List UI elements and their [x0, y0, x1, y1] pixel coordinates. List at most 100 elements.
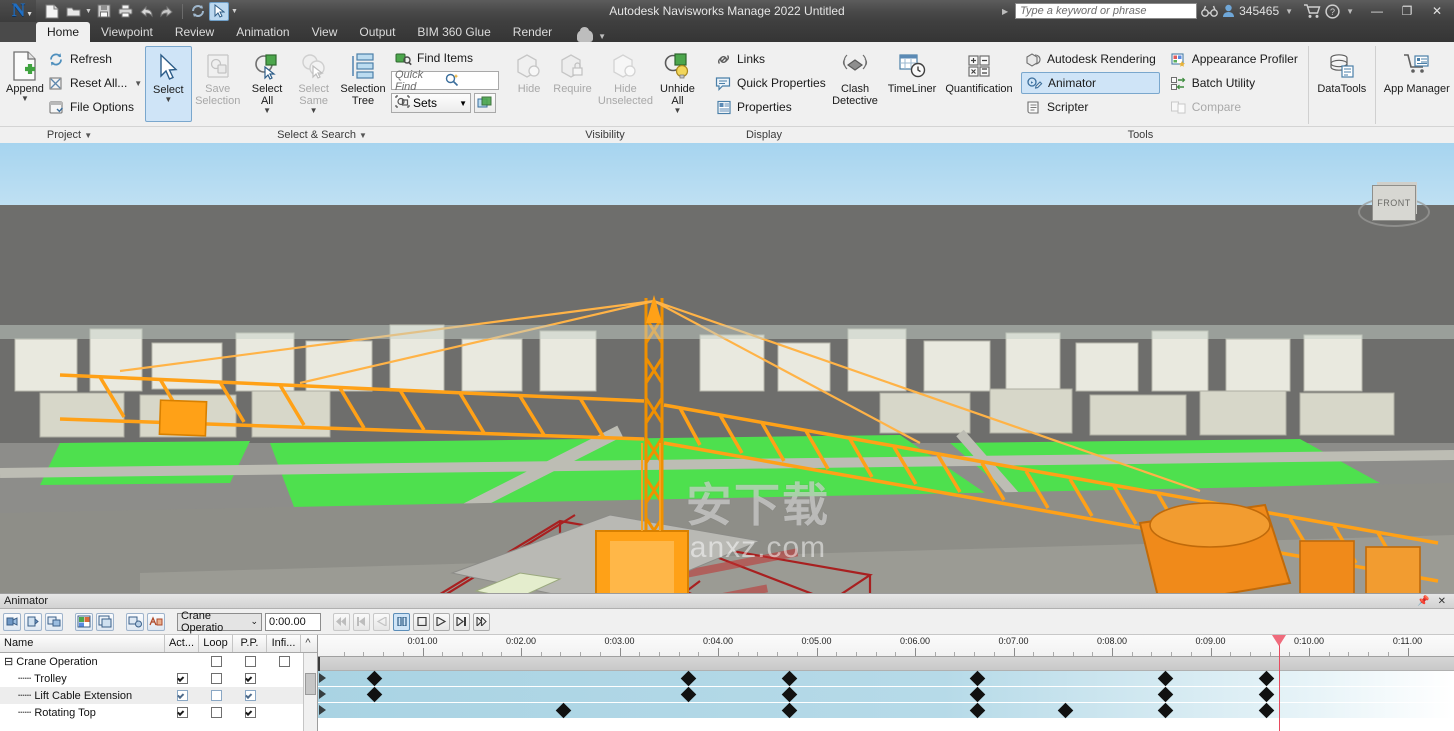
tab-animation[interactable]: Animation — [225, 22, 300, 42]
tab-bim360-glue[interactable]: BIM 360 Glue — [406, 22, 501, 42]
timeline-playhead[interactable] — [1272, 635, 1287, 731]
append-caret-icon[interactable]: ▼ — [21, 95, 29, 103]
update-animation-icon[interactable] — [126, 612, 144, 631]
select-all-button[interactable]: Select All ▼ — [244, 46, 290, 115]
file-options-button[interactable]: File Options — [44, 96, 146, 118]
visibility-panel-label[interactable]: Visibility — [505, 126, 705, 143]
animation-timeline[interactable]: 0:01.00 0:02.00 0:03.00 0:04.00 0:05.00 0:06.… — [318, 635, 1454, 731]
track-start-handle-icon[interactable] — [319, 689, 326, 699]
select-caret-icon[interactable]: ▼ — [164, 96, 172, 104]
forward-to-end-button[interactable] — [473, 612, 490, 631]
tree-item-trolley[interactable]: ┄┄ Trolley — [0, 672, 165, 685]
active-checkbox[interactable] — [176, 690, 188, 701]
search-binoculars-icon[interactable] — [1201, 5, 1219, 18]
tab-output[interactable]: Output — [348, 22, 406, 42]
select-all-caret-icon[interactable]: ▼ — [263, 107, 271, 115]
compare-button[interactable]: Compare — [1166, 96, 1302, 118]
play-reverse-button[interactable] — [373, 612, 390, 631]
project-panel-label[interactable]: Project ▼ — [0, 126, 139, 143]
find-items-button[interactable]: Find Items — [391, 48, 499, 68]
3d-viewport[interactable]: FRONT 安下载 anxz.com — [0, 143, 1454, 593]
animation-scene-tree[interactable]: Name Act... Loop P.P. Infi... ^ ⊟ Crane … — [0, 635, 318, 731]
autodesk-rendering-button[interactable]: Autodesk Rendering — [1021, 48, 1160, 70]
pin-icon[interactable]: 📌 — [1417, 596, 1429, 607]
undo-icon[interactable] — [136, 2, 156, 21]
animator-button[interactable]: Animator — [1021, 72, 1160, 94]
select-search-panel-label[interactable]: Select & Search ▼ — [139, 126, 505, 143]
print-icon[interactable] — [115, 2, 135, 21]
chevron-down-icon[interactable]: ⌄ — [250, 616, 258, 627]
keyframe-track-rotating-top[interactable] — [318, 702, 1454, 719]
pp-checkbox[interactable] — [244, 673, 256, 684]
active-cell[interactable] — [165, 673, 199, 684]
pp-checkbox[interactable] — [244, 656, 256, 667]
hide-unselected-button[interactable]: Hide Unselected — [598, 46, 653, 107]
batch-utility-button[interactable]: Batch Utility — [1166, 72, 1302, 94]
scene-select[interactable]: Crane Operatio ⌄ — [177, 610, 262, 634]
column-header-pp[interactable]: P.P. — [233, 635, 267, 652]
magnifier-icon[interactable] — [445, 73, 495, 89]
keyframe-marker[interactable] — [969, 686, 986, 703]
pp-cell[interactable] — [233, 673, 267, 684]
active-checkbox[interactable] — [176, 673, 188, 684]
search-input[interactable]: Type a keyword or phrase — [1015, 3, 1198, 19]
table-row[interactable]: ⊟ Crane Operation — [0, 653, 317, 670]
tree-scrollbar-thumb[interactable] — [305, 673, 316, 695]
loop-checkbox[interactable] — [210, 707, 222, 718]
user-account-icon[interactable] — [1222, 4, 1235, 18]
add-camera-icon[interactable] — [3, 612, 21, 631]
refresh-button[interactable]: Refresh — [44, 48, 146, 70]
restore-button[interactable]: ❐ — [1394, 0, 1420, 22]
track-start-handle-icon[interactable] — [319, 705, 326, 715]
tab-viewpoint[interactable]: Viewpoint — [90, 22, 164, 42]
help-icon[interactable]: ? — [1325, 3, 1340, 19]
current-time-input[interactable]: 0:00.00 — [265, 612, 321, 631]
column-header-active[interactable]: Act... — [165, 635, 199, 652]
step-forward-button[interactable] — [453, 612, 470, 631]
rewind-to-start-button[interactable] — [333, 612, 350, 631]
loop-checkbox[interactable] — [210, 673, 222, 684]
play-button[interactable] — [433, 612, 450, 631]
app-menu-button[interactable]: N ▼ — [0, 0, 36, 22]
cloud-menu-caret-icon[interactable]: ▼ — [596, 32, 612, 41]
keyframe-marker[interactable] — [1258, 702, 1275, 719]
keyframe-marker[interactable] — [1258, 670, 1275, 687]
select-cursor-icon[interactable] — [209, 1, 229, 21]
sets-caret-icon[interactable]: ▼ — [459, 99, 467, 108]
open-dropdown-caret-icon[interactable]: ▼ — [84, 8, 93, 15]
tree-scrollbar[interactable] — [303, 653, 317, 731]
tree-item-rotating-top[interactable]: ┄┄ Rotating Top — [0, 706, 165, 719]
keyframe-track-trolley[interactable] — [318, 670, 1454, 687]
properties-button[interactable]: Properties — [711, 96, 830, 118]
keyframe-track-empty[interactable] — [318, 719, 1454, 731]
tab-home[interactable]: Home — [36, 22, 91, 42]
redo-icon[interactable] — [157, 2, 177, 21]
select-button[interactable]: Select ▼ — [145, 46, 192, 122]
sets-button[interactable]: Sets ▼ — [391, 93, 471, 113]
track-start-handle-icon[interactable] — [319, 673, 326, 683]
project-panel-caret-icon[interactable]: ▼ — [84, 131, 92, 140]
keyframe-marker[interactable] — [1158, 670, 1174, 687]
datatools-button[interactable]: DataTools — [1315, 46, 1369, 95]
keyframe-marker[interactable] — [781, 670, 797, 687]
keyframe-marker[interactable] — [680, 686, 697, 703]
infinite-checkbox[interactable] — [278, 656, 290, 667]
loop-cell[interactable] — [199, 673, 233, 684]
pp-cell[interactable] — [233, 707, 267, 718]
keyframe-marker[interactable] — [1158, 702, 1174, 719]
new-document-icon[interactable] — [42, 2, 62, 21]
loop-cell[interactable] — [199, 690, 233, 701]
pp-cell[interactable] — [233, 690, 267, 701]
column-header-infinite[interactable]: Infi... — [267, 635, 301, 652]
keyframe-marker[interactable] — [1158, 686, 1174, 703]
keyframe-marker[interactable] — [969, 670, 986, 687]
links-button[interactable]: Links — [711, 48, 830, 70]
unhide-all-button[interactable]: Unhide All ▼ — [656, 46, 699, 115]
hide-button[interactable]: Hide — [511, 46, 547, 95]
active-checkbox[interactable] — [176, 707, 188, 718]
add-scene-folder-icon[interactable] — [45, 612, 63, 631]
viewcube-front-face[interactable]: FRONT — [1372, 185, 1416, 221]
cloud-icon[interactable] — [577, 27, 594, 42]
infinite-cell[interactable] — [267, 656, 301, 667]
tree-scroll-up-icon[interactable]: ^ — [301, 635, 315, 652]
